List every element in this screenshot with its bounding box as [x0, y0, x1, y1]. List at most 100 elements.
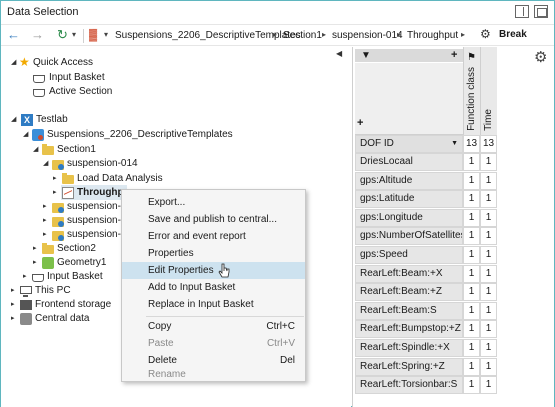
tree-item-active-section[interactable]: Active Section [33, 85, 153, 99]
breadcrumb-run[interactable]: suspension-014 [332, 30, 403, 41]
dof-id-header[interactable]: DOF ID ▼ [355, 135, 463, 153]
function-class-cell: 1 [463, 339, 480, 357]
break-icon[interactable]: ⚙ [480, 27, 491, 41]
dof-id-cell[interactable]: gps:NumberOfSatellites [355, 227, 463, 246]
dof-id-cell[interactable]: RearLeft:Spring:+Z [355, 357, 463, 376]
tree-item-central-data[interactable]: ▸ Central data [11, 312, 121, 326]
dof-id-cell[interactable]: DriesLocaal [355, 153, 463, 171]
time-cell: 1 [480, 153, 497, 171]
expand-arrow-icon[interactable]: ◢ [11, 113, 16, 127]
expand-arrow-icon[interactable]: ◢ [33, 143, 38, 157]
tree-item-label: Input Basket [49, 72, 105, 83]
tree-item-suspension-b[interactable]: ▸ suspension-0 [43, 214, 133, 228]
dof-id-cell[interactable]: gps:Latitude [355, 190, 463, 209]
history-icon[interactable]: ↻ [57, 28, 68, 42]
tree-item-input-basket-qa[interactable]: Input Basket [33, 71, 153, 85]
function-class-cell: 1 [463, 190, 480, 209]
menu-item-replace-in-basket[interactable]: Replace in Input Basket [122, 296, 305, 313]
breadcrumb-dropdown-icon[interactable]: ▾ [104, 30, 108, 39]
dof-id-cell[interactable]: gps:Longitude [355, 208, 463, 227]
dof-id-cell[interactable]: RearLeft:Beam:+X [355, 264, 463, 283]
tree-item-testlab[interactable]: ◢ X Testlab [11, 113, 161, 127]
expand-arrow-icon[interactable]: ◢ [43, 157, 48, 171]
time-cell: 1 [480, 376, 497, 395]
back-arrow-icon[interactable]: ← [7, 28, 20, 42]
tree-item-label: Section1 [57, 144, 96, 155]
function-class-cell: 1 [463, 246, 480, 264]
tree-item-input-basket[interactable]: ▸ Input Basket [23, 270, 123, 284]
menu-item-error-report[interactable]: Error and event report [122, 228, 305, 245]
expand-arrow-icon[interactable]: ▸ [53, 186, 57, 200]
expand-arrow-icon[interactable]: ◢ [23, 128, 28, 142]
folder-icon [42, 144, 54, 155]
menu-item-properties[interactable]: Properties [122, 245, 305, 262]
column-header-time[interactable]: Time [480, 47, 497, 135]
expand-arrow-icon[interactable]: ▸ [43, 228, 47, 242]
dof-id-cell[interactable]: RearLeft:Bumpstop:+Z [355, 320, 463, 339]
expand-arrow-icon[interactable]: ◢ [11, 56, 16, 70]
grid-group-area [355, 63, 463, 135]
tree-item-this-pc[interactable]: ▸ This PC [11, 284, 101, 298]
menu-item-export[interactable]: Export... [122, 194, 305, 211]
function-class-cell: 1 [463, 153, 480, 171]
split-view-button[interactable] [515, 5, 529, 18]
tree-item-geometry1[interactable]: ▸ Geometry1 [33, 256, 123, 270]
expand-arrow-icon[interactable]: ▸ [33, 242, 37, 256]
dof-id-cell[interactable]: gps:Speed [355, 246, 463, 264]
menu-item-add-to-basket[interactable]: Add to Input Basket [122, 279, 305, 296]
breadcrumb-throughput[interactable]: Throughput [407, 30, 458, 41]
gear-icon[interactable]: ⚙ [534, 48, 547, 66]
tree-item-frontend-storage[interactable]: ▸ Frontend storage [11, 298, 121, 312]
basket-icon [33, 75, 45, 83]
expand-arrow-icon[interactable]: ▸ [53, 172, 57, 186]
menu-item-rename[interactable]: Rename [122, 366, 305, 383]
menu-item-save-publish[interactable]: Save and publish to central... [122, 211, 305, 228]
restore-button[interactable] [534, 5, 548, 18]
basket-icon [32, 274, 44, 282]
menu-item-edit-properties[interactable]: Edit Properties [122, 262, 305, 279]
tree-item-label: Input Basket [47, 271, 103, 282]
column-header-function-class[interactable]: ⚑ Function class [463, 47, 480, 135]
expand-arrow-icon[interactable]: ▸ [11, 312, 15, 326]
add-column-icon[interactable]: + [451, 49, 457, 61]
collapse-pane-icon[interactable]: ◀ [336, 49, 342, 58]
sort-dropdown-icon[interactable]: ▼ [451, 136, 458, 152]
dof-id-cell[interactable]: RearLeft:Spindle:+X [355, 339, 463, 357]
dof-id-cell[interactable]: RearLeft:Torsionbar:S [355, 376, 463, 395]
forward-arrow-icon[interactable]: → [31, 28, 44, 42]
storage-icon [20, 300, 32, 310]
menu-separator [146, 316, 304, 317]
breadcrumb-section[interactable]: Section1 [283, 30, 322, 41]
expand-arrow-icon[interactable]: ▸ [43, 200, 47, 214]
break-button[interactable]: Break [499, 29, 527, 40]
expand-arrow-icon[interactable]: ▸ [43, 214, 47, 228]
tree-item-project[interactable]: ◢ Suspensions_2206_DescriptiveTemplates [23, 128, 263, 142]
tree-item-section1[interactable]: ◢ Section1 [33, 143, 133, 157]
section-icon [33, 89, 45, 97]
menu-item-paste[interactable]: Paste Ctrl+V [122, 335, 305, 352]
tree-item-section2[interactable]: ▸ Section2 [33, 242, 123, 256]
run-folder-icon [52, 217, 64, 227]
expand-arrow-icon[interactable]: ▸ [33, 256, 37, 270]
tree-item-suspension-a[interactable]: ▸ suspension-0 [43, 200, 133, 214]
expand-arrow-icon[interactable]: ▸ [23, 270, 27, 284]
filter-icon[interactable]: ▼ [361, 50, 371, 61]
time-cell: 1 [480, 264, 497, 283]
tree-item-quick-access[interactable]: ◢ ★ Quick Access [11, 55, 161, 70]
tree-item-suspension-c[interactable]: ▸ suspension-0 [43, 228, 133, 242]
tree-item-suspension-014[interactable]: ◢ suspension-014 [43, 157, 163, 171]
history-dropdown-icon[interactable]: ▾ [72, 30, 76, 39]
add-row-icon[interactable]: + [357, 117, 363, 129]
dof-id-cell[interactable]: RearLeft:Beam:S [355, 301, 463, 320]
breadcrumb-separator-icon: ▸ [397, 30, 402, 39]
time-cell: 1 [480, 208, 497, 227]
column-header-label: Time [483, 109, 494, 131]
dof-id-cell[interactable]: gps:Altitude [355, 171, 463, 190]
tree-item-load-data-analysis[interactable]: ▸ Load Data Analysis [53, 172, 183, 186]
filter-bar[interactable]: ▼ + [355, 49, 463, 62]
expand-arrow-icon[interactable]: ▸ [11, 298, 15, 312]
dof-id-cell[interactable]: RearLeft:Beam:+Z [355, 283, 463, 302]
expand-arrow-icon[interactable]: ▸ [11, 284, 15, 298]
window-title: Data Selection [7, 6, 79, 18]
menu-item-copy[interactable]: Copy Ctrl+C [122, 318, 305, 335]
